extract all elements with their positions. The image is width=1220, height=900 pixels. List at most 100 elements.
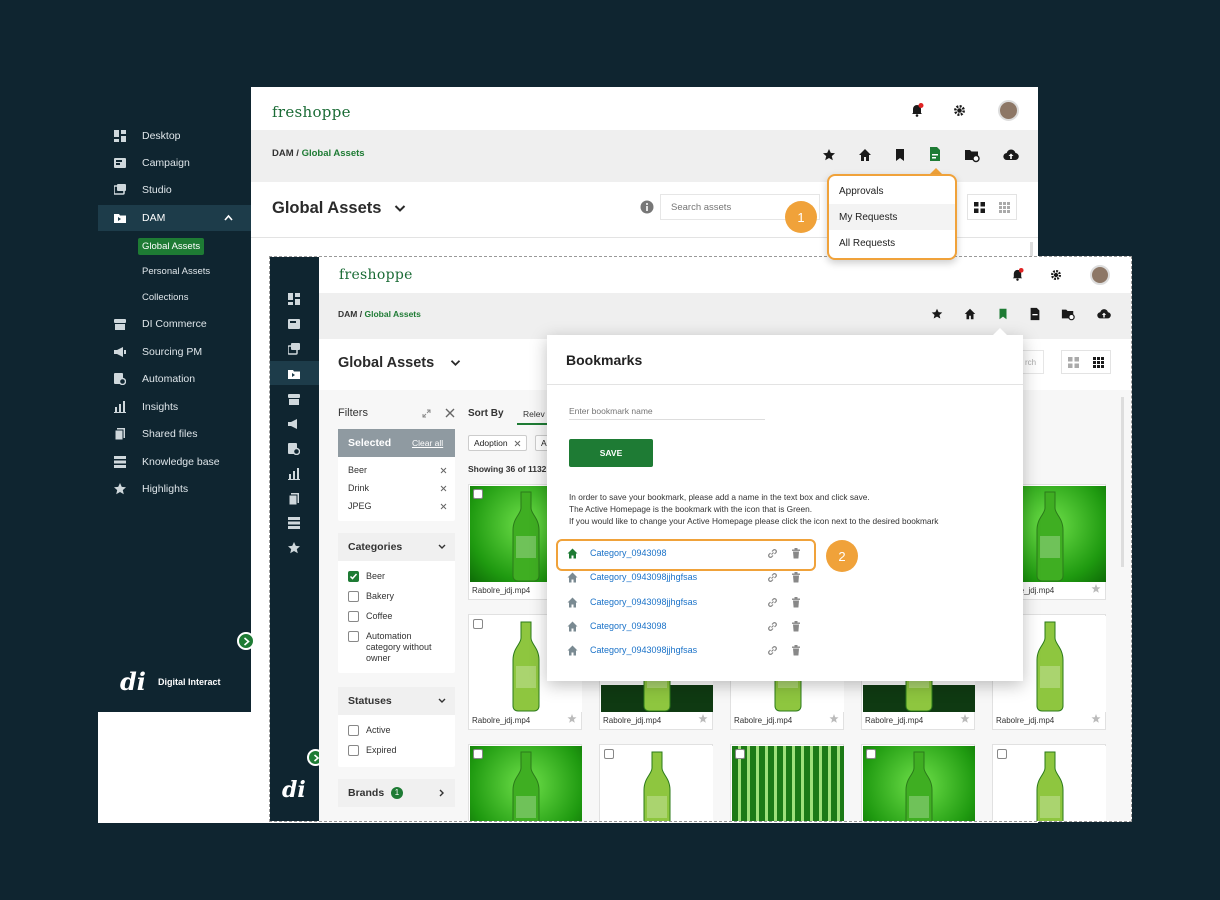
breadcrumb-root[interactable]: DAM xyxy=(338,309,357,319)
sidebar-item-sourcing-pm[interactable]: Sourcing PM xyxy=(98,339,251,365)
menu-item-all-requests[interactable]: All Requests xyxy=(829,230,955,256)
upload-cloud-icon[interactable] xyxy=(1097,307,1111,321)
bookmark-name-link[interactable]: Category_0943098jjhgfsas xyxy=(590,572,697,582)
expand-sidebar-button[interactable] xyxy=(237,632,255,650)
copy-link-icon[interactable] xyxy=(767,572,778,583)
favorite-star-icon[interactable] xyxy=(698,714,708,724)
remove-beer-icon[interactable] xyxy=(440,467,447,474)
sidebar-subitem-personal-assets[interactable]: Personal Assets xyxy=(142,266,210,277)
checkbox-beer[interactable] xyxy=(348,571,359,582)
campaign-icon[interactable] xyxy=(288,318,300,330)
asset-card[interactable]: Rabolre_jdj.mp4 xyxy=(599,744,713,821)
sidebar-item-campaign[interactable]: Campaign xyxy=(98,150,251,176)
checkbox-coffee[interactable] xyxy=(348,611,359,622)
checkbox-expired[interactable] xyxy=(348,745,359,756)
scrollbar[interactable] xyxy=(1121,397,1124,567)
menu-item-approvals[interactable]: Approvals xyxy=(829,178,955,204)
checkbox-bakery[interactable] xyxy=(348,591,359,602)
clear-all-link[interactable]: Clear all xyxy=(412,438,443,448)
dam-icon[interactable] xyxy=(288,368,300,380)
bookmark-name-link[interactable]: Category_0943098jjhgfsas xyxy=(590,645,697,655)
chevron-down-icon[interactable] xyxy=(438,544,446,550)
bookmark-row[interactable]: Category_0943098 xyxy=(557,615,1015,639)
sidebar-item-insights[interactable]: Insights xyxy=(98,394,251,420)
sourcing-icon[interactable] xyxy=(288,418,300,430)
home-icon[interactable] xyxy=(963,307,977,321)
automation-icon[interactable] xyxy=(288,443,300,455)
asset-card[interactable]: Rabolre_jdj.mp4 xyxy=(730,744,844,821)
expand-icon[interactable] xyxy=(422,409,431,418)
title-chevron-down-icon[interactable] xyxy=(450,359,461,367)
set-homepage-icon[interactable] xyxy=(567,597,578,608)
sidebar-item-studio[interactable]: Studio xyxy=(98,177,251,203)
favorite-star-icon[interactable] xyxy=(1091,714,1101,724)
sidebar-item-knowledge-base[interactable]: Knowledge base xyxy=(98,449,251,475)
requests-document-icon[interactable] xyxy=(1028,307,1042,321)
bookmark-name-input[interactable] xyxy=(569,402,765,420)
requests-document-icon[interactable] xyxy=(927,146,943,162)
desktop-icon[interactable] xyxy=(288,293,300,305)
sidebar-item-di-commerce[interactable]: DI Commerce xyxy=(98,311,251,337)
set-homepage-icon[interactable] xyxy=(567,645,578,656)
bookmark-icon[interactable] xyxy=(996,307,1010,321)
insights-icon[interactable] xyxy=(288,468,300,480)
info-icon[interactable] xyxy=(640,200,654,214)
user-avatar[interactable] xyxy=(998,100,1019,121)
remove-jpeg-icon[interactable] xyxy=(440,503,447,510)
chevron-up-icon[interactable] xyxy=(224,214,233,221)
asset-select-checkbox[interactable] xyxy=(866,749,876,759)
asset-select-checkbox[interactable] xyxy=(997,749,1007,759)
sidebar-item-desktop[interactable]: Desktop xyxy=(98,123,251,149)
favorite-star-icon[interactable] xyxy=(567,714,577,724)
set-homepage-icon[interactable] xyxy=(567,621,578,632)
favorite-star-icon[interactable] xyxy=(960,714,970,724)
sidebar-item-shared-files[interactable]: Shared files xyxy=(98,421,251,447)
home-icon[interactable] xyxy=(857,147,873,163)
checkbox-active[interactable] xyxy=(348,725,359,736)
sidebar-subitem-global-assets[interactable]: Global Assets xyxy=(138,238,205,255)
asset-thumbnail[interactable] xyxy=(601,746,713,821)
sort-select[interactable]: Relev xyxy=(523,409,545,419)
bookmark-row[interactable]: Category_0943098jjhgfsas xyxy=(557,639,1015,663)
asset-select-checkbox[interactable] xyxy=(473,749,483,759)
brands-panel[interactable]: Brands 1 xyxy=(338,779,455,807)
delete-icon[interactable] xyxy=(791,620,801,632)
asset-thumbnail[interactable] xyxy=(863,746,975,821)
asset-select-checkbox[interactable] xyxy=(473,489,483,499)
small-grid-icon[interactable] xyxy=(999,202,1010,213)
large-grid-icon[interactable] xyxy=(974,202,985,213)
highlights-icon[interactable] xyxy=(288,542,300,554)
notification-bell-icon[interactable] xyxy=(1011,268,1024,281)
sidebar-item-automation[interactable]: Automation xyxy=(98,366,251,392)
sidebar-subitem-collections[interactable]: Collections xyxy=(142,292,188,303)
small-grid-icon[interactable] xyxy=(1093,357,1104,368)
asset-select-checkbox[interactable] xyxy=(473,619,483,629)
bookmark-icon[interactable] xyxy=(892,147,908,163)
favorite-star-icon[interactable] xyxy=(930,307,944,321)
sidebar-item-highlights[interactable]: Highlights xyxy=(98,476,251,502)
checkbox-automation-category[interactable] xyxy=(348,631,359,642)
delete-icon[interactable] xyxy=(791,645,801,656)
asset-card[interactable]: Rabolre_jdj.mp4 xyxy=(861,744,975,821)
asset-select-checkbox[interactable] xyxy=(604,749,614,759)
filter-chip-adoption[interactable]: Adoption xyxy=(468,435,527,451)
settings-gear-icon[interactable] xyxy=(953,104,966,117)
bookmark-row[interactable]: Category_0943098jjhgfsas xyxy=(557,591,1015,615)
folder-settings-icon[interactable] xyxy=(1061,307,1075,321)
close-filters-icon[interactable] xyxy=(445,408,455,418)
upload-cloud-icon[interactable] xyxy=(1003,147,1019,163)
remove-drink-icon[interactable] xyxy=(440,485,447,492)
favorite-star-icon[interactable] xyxy=(821,147,837,163)
large-grid-icon[interactable] xyxy=(1068,357,1079,368)
set-homepage-icon[interactable] xyxy=(567,572,578,583)
asset-select-checkbox[interactable] xyxy=(735,749,745,759)
asset-thumbnail[interactable] xyxy=(994,746,1106,821)
sidebar-item-dam[interactable]: DAM xyxy=(98,205,251,231)
asset-thumbnail[interactable] xyxy=(732,746,844,821)
notification-bell-icon[interactable] xyxy=(910,103,924,117)
asset-card[interactable]: Rabolre_jdj.mp4 xyxy=(992,744,1106,821)
save-bookmark-button[interactable]: SAVE xyxy=(569,439,653,467)
asset-card[interactable]: Rabolre_jdj.mp4 xyxy=(468,744,582,821)
asset-thumbnail[interactable] xyxy=(470,746,582,821)
bookmark-name-link[interactable]: Category_0943098jjhgfsas xyxy=(590,597,697,607)
